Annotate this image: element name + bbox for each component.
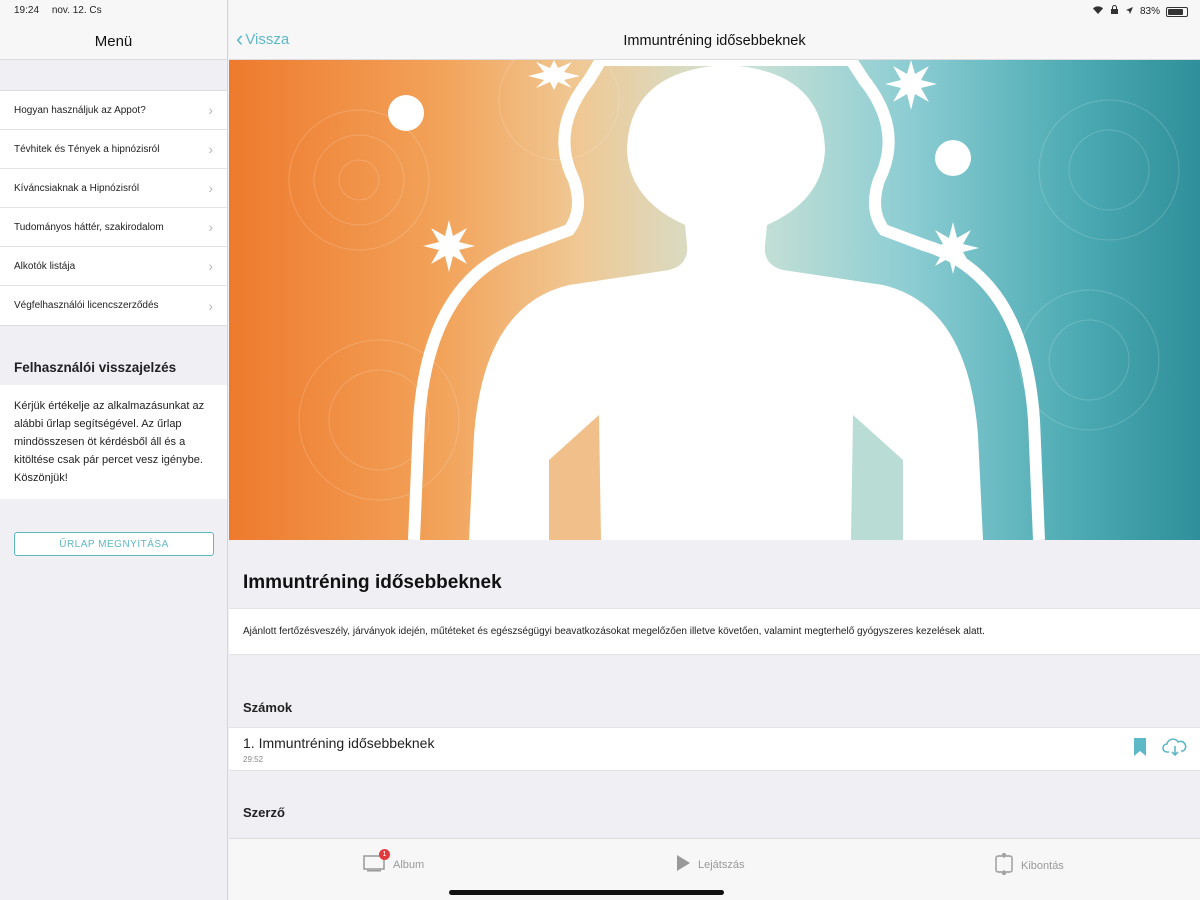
- home-indicator: [449, 890, 724, 895]
- wifi-icon: [1092, 5, 1104, 18]
- chevron-right-icon: ›: [208, 102, 213, 118]
- menu-item-license[interactable]: Végfelhasználói licencszerződés ›: [0, 286, 227, 325]
- menu-item-science[interactable]: Tudományos háttér, szakirodalom ›: [0, 208, 227, 247]
- track-duration: 29:52: [243, 755, 264, 764]
- play-icon: [674, 853, 692, 876]
- album-cover: [229, 60, 1200, 540]
- author-section-title: Szerző: [243, 805, 285, 820]
- track-title: 1. Immuntréning idősebbeknek: [243, 735, 435, 751]
- menu-list: Hogyan használjuk az Appot? › Tévhitek é…: [0, 90, 227, 326]
- open-form-button[interactable]: ŰRLAP MEGNYITÁSA: [14, 532, 214, 556]
- chevron-right-icon: ›: [208, 219, 213, 235]
- bookmark-icon[interactable]: [1132, 737, 1148, 762]
- nav-title: Immuntréning idősebbeknek: [623, 33, 806, 49]
- tab-play[interactable]: Lejátszás: [674, 853, 744, 876]
- expand-icon: [993, 852, 1015, 878]
- chevron-right-icon: ›: [208, 180, 213, 196]
- chevron-right-icon: ›: [208, 141, 213, 157]
- album-description: Ajánlott fertőzésveszély, járványok idej…: [229, 608, 1200, 655]
- album-icon: 1: [363, 849, 390, 876]
- status-date: nov. 12. Cs: [51, 5, 102, 16]
- cloud-download-icon[interactable]: [1162, 737, 1188, 762]
- tab-play-label: Lejátszás: [698, 858, 745, 871]
- main-panel: ‹ Vissza Immuntréning idősebbeknek Immun…: [229, 0, 1200, 900]
- lock-rotation-icon: [1110, 5, 1119, 18]
- menu-item-curious[interactable]: Kíváncsiaknak a Hipnózisról ›: [0, 169, 227, 208]
- chevron-right-icon: ›: [208, 258, 213, 274]
- tab-album-label: Album: [393, 858, 425, 871]
- menu-item-label: Tudományos háttér, szakirodalom: [14, 221, 164, 233]
- tab-album[interactable]: 1 Album: [363, 849, 425, 876]
- battery-percent: 83%: [1139, 6, 1160, 17]
- menu-item-myths-facts[interactable]: Tévhitek és Tények a hipnózisról ›: [0, 130, 227, 169]
- album-badge: 1: [379, 849, 390, 860]
- menu-item-label: Végfelhasználói licencszerződés: [14, 300, 159, 311]
- location-icon: [1125, 6, 1134, 18]
- album-title: Immuntréning idősebbeknek: [243, 572, 502, 593]
- tracks-section-title: Számok: [243, 700, 293, 715]
- menu-item-creators[interactable]: Alkotók listája ›: [0, 247, 227, 286]
- status-bar: 19:24 nov. 12. Cs 83%: [0, 0, 1200, 22]
- menu-item-label: Hogyan használjuk az Appot?: [14, 104, 146, 116]
- battery-icon: [1166, 6, 1188, 17]
- tab-expand[interactable]: Kibontás: [993, 852, 1064, 878]
- sidebar: Menü Hogyan használjuk az Appot? › Tévhi…: [0, 0, 228, 900]
- feedback-title: Felhasználói visszajelzés: [14, 360, 177, 375]
- menu-item-how-to-use[interactable]: Hogyan használjuk az Appot? ›: [0, 91, 227, 130]
- feedback-text: Kérjük értékelje az alkalmazásunkat az a…: [0, 385, 227, 499]
- menu-item-label: Kíváncsiaknak a Hipnózisról: [14, 182, 140, 194]
- person-silhouette-icon: [288, 60, 1180, 540]
- status-time: 19:24: [14, 5, 40, 16]
- track-row[interactable]: 1. Immuntréning idősebbeknek 29:52: [229, 727, 1200, 771]
- tab-bar: 1 Album Lejátszás Kibontás: [229, 838, 1200, 900]
- chevron-right-icon: ›: [208, 297, 213, 314]
- tab-expand-label: Kibontás: [1021, 859, 1064, 872]
- menu-item-label: Alkotók listája: [14, 260, 76, 272]
- menu-item-label: Tévhitek és Tények a hipnózisról: [14, 143, 160, 155]
